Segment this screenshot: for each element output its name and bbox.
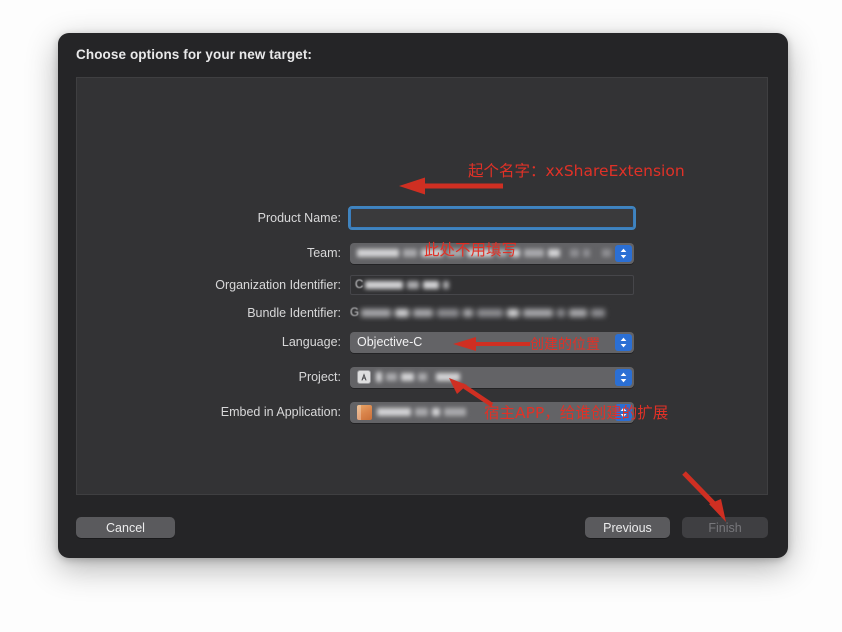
form-row-product-name: Product Name: bbox=[77, 206, 769, 230]
label-team: Team: bbox=[306, 246, 341, 260]
annotation-product-name-arrow bbox=[399, 177, 503, 195]
annotation-embed-application-text: 宿主APP，给谁创建的扩展 bbox=[484, 404, 669, 422]
cancel-button[interactable]: Cancel bbox=[76, 517, 175, 538]
label-product-name: Product Name: bbox=[257, 211, 341, 225]
form-row-bundle-identifier: Bundle Identifier: G bbox=[77, 302, 769, 324]
organization-identifier-lead-char: C bbox=[355, 279, 364, 291]
label-organization-identifier: Organization Identifier: bbox=[215, 278, 341, 292]
options-panel: Product Name: Team: Organization Identif… bbox=[76, 77, 768, 495]
language-selected-value: Objective-C bbox=[357, 335, 423, 349]
annotation-project-arrow bbox=[453, 337, 530, 351]
product-name-input[interactable] bbox=[348, 206, 636, 230]
xcode-project-icon bbox=[357, 370, 371, 384]
app-bundle-icon bbox=[357, 404, 372, 420]
form-row-project: Project: bbox=[77, 366, 769, 388]
organization-identifier-input[interactable]: C bbox=[350, 275, 634, 295]
label-bundle-identifier: Bundle Identifier: bbox=[247, 306, 341, 320]
control-bundle-identifier: G bbox=[350, 304, 634, 322]
dialog-title: Choose options for your new target: bbox=[76, 47, 313, 62]
bundle-identifier-value: G bbox=[350, 304, 634, 322]
previous-button[interactable]: Previous bbox=[585, 517, 670, 538]
annotation-project-text: 创建的位置 bbox=[530, 337, 600, 353]
annotation-organization-identifier-text: 此处不用填写 bbox=[424, 241, 518, 259]
organization-identifier-value-redacted bbox=[365, 281, 450, 289]
annotation-embed-application-arrow bbox=[449, 378, 494, 407]
bundle-identifier-value-redacted bbox=[360, 309, 605, 317]
label-language: Language: bbox=[281, 335, 341, 349]
form-row-team: Team: bbox=[77, 242, 769, 264]
control-organization-identifier: C bbox=[350, 275, 634, 295]
form-row-language: Language: Objective-C bbox=[77, 331, 769, 353]
form-row-organization-identifier: Organization Identifier: C bbox=[77, 274, 769, 296]
label-embed-in-application: Embed in Application: bbox=[220, 405, 341, 419]
project-stepper-icon[interactable] bbox=[615, 368, 632, 386]
screenshot-canvas: Choose options for your new target: Prod… bbox=[0, 0, 842, 632]
embed-application-value-redacted bbox=[377, 408, 466, 416]
label-project: Project: bbox=[298, 370, 341, 384]
team-stepper-icon[interactable] bbox=[615, 244, 632, 262]
language-stepper-icon[interactable] bbox=[615, 333, 632, 351]
control-product-name bbox=[348, 206, 636, 230]
bundle-identifier-lead-char: G bbox=[350, 307, 359, 319]
annotation-finish-arrow bbox=[682, 471, 726, 522]
